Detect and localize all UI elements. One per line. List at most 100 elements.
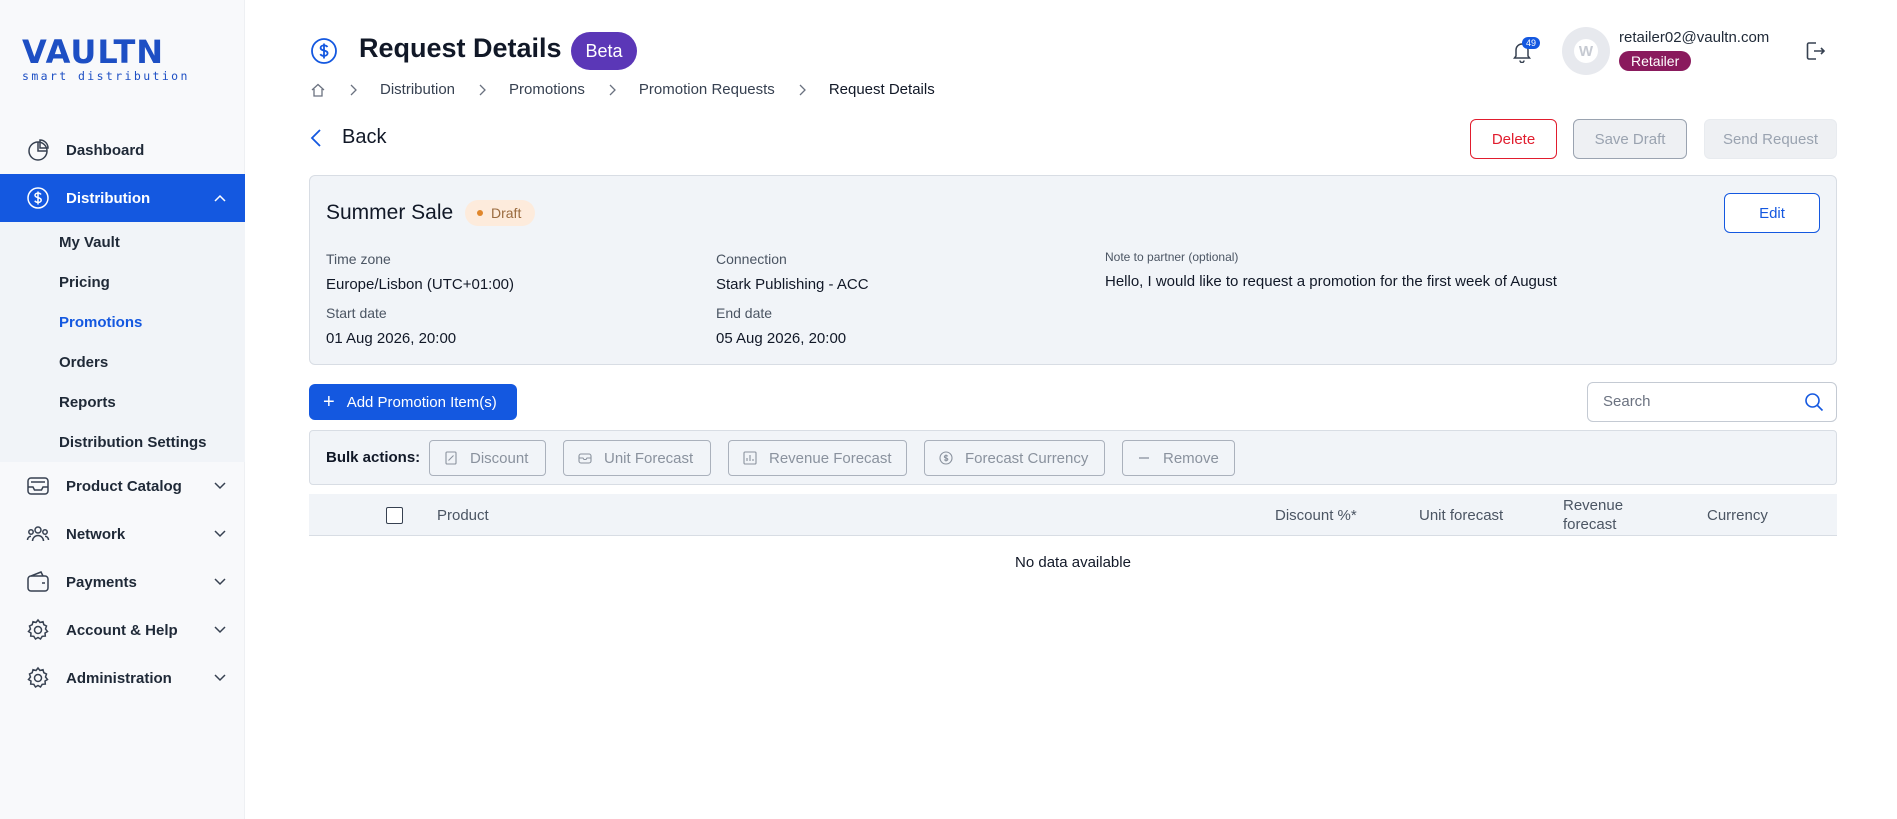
status-label: Draft	[491, 205, 522, 221]
percent-doc-icon	[445, 451, 457, 465]
search-icon[interactable]	[1804, 392, 1824, 412]
sidebar-subitem-my-vault[interactable]: My Vault	[0, 222, 245, 262]
bulk-discount-button[interactable]: Discount	[429, 440, 546, 476]
avatar[interactable]: W	[1562, 27, 1610, 75]
column-header-discount[interactable]: Discount %*	[1275, 507, 1357, 524]
page-title: Request Details	[359, 33, 562, 63]
minus-icon	[1139, 457, 1149, 459]
column-header-currency[interactable]: Currency	[1707, 507, 1768, 524]
sidebar-item-distribution[interactable]: Distribution	[0, 174, 245, 222]
sidebar-item-dashboard[interactable]: Dashboard	[0, 126, 245, 174]
sidebar-item-label: Account & Help	[66, 621, 178, 639]
column-header-product[interactable]: Product	[437, 507, 489, 524]
bulk-remove-label: Remove	[1163, 449, 1219, 467]
note-label: Note to partner (optional)	[1105, 250, 1239, 264]
search-field[interactable]	[1587, 382, 1837, 422]
chevron-up-icon	[214, 194, 226, 202]
time-zone-value: Europe/Lisbon (UTC+01:00)	[326, 276, 515, 293]
promotion-details-card: Summer Sale Draft Edit Time zone Europe/…	[309, 175, 1837, 365]
bulk-revenue-forecast-button[interactable]: Revenue Forecast	[728, 440, 907, 476]
dashboard-icon	[26, 138, 50, 162]
chevron-right-icon	[479, 84, 486, 95]
bulk-actions-bar: Bulk actions: Discount Unit Forecast Rev…	[309, 430, 1837, 485]
empty-table-message: No data available	[1015, 554, 1131, 571]
bulk-unit-forecast-label: Unit Forecast	[604, 449, 694, 467]
dollar-circle-icon	[311, 38, 337, 64]
sidebar-subitem-orders[interactable]: Orders	[0, 342, 245, 382]
vaultn-logo[interactable]: VAULTN smart distribution	[22, 36, 190, 83]
beta-badge: Beta	[571, 32, 637, 70]
logout-icon[interactable]	[1804, 40, 1826, 62]
distribution-submenu: My Vault Pricing Promotions Orders Repor…	[0, 222, 245, 462]
end-date-label: End date	[716, 305, 773, 321]
sidebar-item-account-help[interactable]: Account & Help	[0, 606, 245, 654]
sidebar-item-label: Payments	[66, 573, 137, 591]
back-label: Back	[342, 126, 387, 148]
home-icon[interactable]	[310, 82, 326, 98]
add-promotion-items-button[interactable]: + Add Promotion Item(s)	[309, 384, 517, 420]
connection-value: Stark Publishing - ACC	[716, 276, 869, 293]
chart-icon	[743, 451, 757, 465]
dollar-circle-icon	[26, 186, 50, 210]
breadcrumb-item[interactable]: Promotion Requests	[639, 81, 775, 98]
admin-gear-icon	[26, 666, 50, 690]
sidebar-item-label: Network	[66, 525, 126, 543]
sidebar-item-label: Dashboard	[66, 141, 145, 159]
main-nav: Dashboard Distribution My Vault Pricing …	[0, 126, 245, 702]
gear-icon	[26, 618, 50, 642]
save-draft-button[interactable]: Save Draft	[1573, 119, 1687, 159]
bulk-actions-label: Bulk actions:	[326, 449, 421, 466]
send-request-button[interactable]: Send Request	[1704, 119, 1837, 159]
column-header-unit-forecast[interactable]: Unit forecast	[1419, 507, 1503, 524]
sidebar-item-label: Distribution	[66, 189, 151, 207]
sidebar-item-product-catalog[interactable]: Product Catalog	[0, 462, 245, 510]
breadcrumb-current: Request Details	[828, 81, 935, 98]
delete-button[interactable]: Delete	[1470, 119, 1557, 159]
bulk-unit-forecast-button[interactable]: Unit Forecast	[563, 440, 711, 476]
sidebar-subitem-reports[interactable]: Reports	[0, 382, 245, 422]
sidebar-subitem-distribution-settings[interactable]: Distribution Settings	[0, 422, 245, 462]
sidebar-item-payments[interactable]: Payments	[0, 558, 245, 606]
promotion-name: Summer Sale	[326, 201, 454, 224]
inbox-icon	[26, 474, 50, 498]
chevron-right-icon	[350, 84, 357, 95]
dollar-circle-icon	[939, 451, 953, 465]
edit-button[interactable]: Edit	[1724, 193, 1820, 233]
logo-tagline: smart distribution	[22, 69, 190, 83]
sidebar-subitem-pricing[interactable]: Pricing	[0, 262, 245, 302]
chevron-down-icon	[214, 674, 226, 682]
bulk-remove-button[interactable]: Remove	[1122, 440, 1235, 476]
sidebar-subitem-promotions[interactable]: Promotions	[0, 302, 245, 342]
breadcrumb-item[interactable]: Promotions	[509, 81, 585, 98]
status-dot	[477, 210, 483, 216]
notification-count-badge: 49	[1522, 37, 1541, 49]
add-promotion-items-label: Add Promotion Item(s)	[346, 393, 497, 411]
bulk-forecast-currency-label: Forecast Currency	[965, 449, 1089, 467]
sidebar-item-label: Administration	[66, 669, 172, 687]
note-value: Hello, I would like to request a promoti…	[1105, 273, 1557, 290]
box-icon	[578, 453, 592, 464]
select-all-checkbox[interactable]	[386, 507, 403, 524]
plus-icon: +	[323, 391, 335, 413]
bulk-discount-label: Discount	[470, 449, 529, 467]
chevron-right-icon	[609, 84, 616, 95]
column-header-revenue-forecast[interactable]: Revenue forecast	[1563, 496, 1643, 534]
user-email: retailer02@vaultn.com	[1619, 29, 1770, 46]
sidebar-item-administration[interactable]: Administration	[0, 654, 245, 702]
breadcrumb-item[interactable]: Distribution	[380, 81, 455, 98]
status-badge: Draft	[465, 200, 536, 226]
sidebar-item-label: Product Catalog	[66, 477, 182, 495]
sidebar-item-network[interactable]: Network	[0, 510, 245, 558]
table-header: Product Discount %* Unit forecast Revenu…	[309, 494, 1837, 536]
chevron-down-icon	[214, 530, 226, 538]
sidebar: VAULTN smart distribution Dashboard Dist…	[0, 0, 245, 819]
end-date-value: 05 Aug 2026, 20:00	[716, 330, 847, 347]
logo-wordmark: VAULTN	[22, 33, 165, 71]
user-role-badge: Retailer	[1619, 51, 1692, 71]
bulk-forecast-currency-button[interactable]: Forecast Currency	[924, 440, 1105, 476]
bulk-revenue-forecast-label: Revenue Forecast	[769, 449, 892, 467]
chevron-down-icon	[214, 626, 226, 634]
back-button[interactable]: Back	[310, 126, 386, 149]
chevron-left-icon	[310, 128, 321, 147]
search-input[interactable]	[1603, 393, 1793, 410]
